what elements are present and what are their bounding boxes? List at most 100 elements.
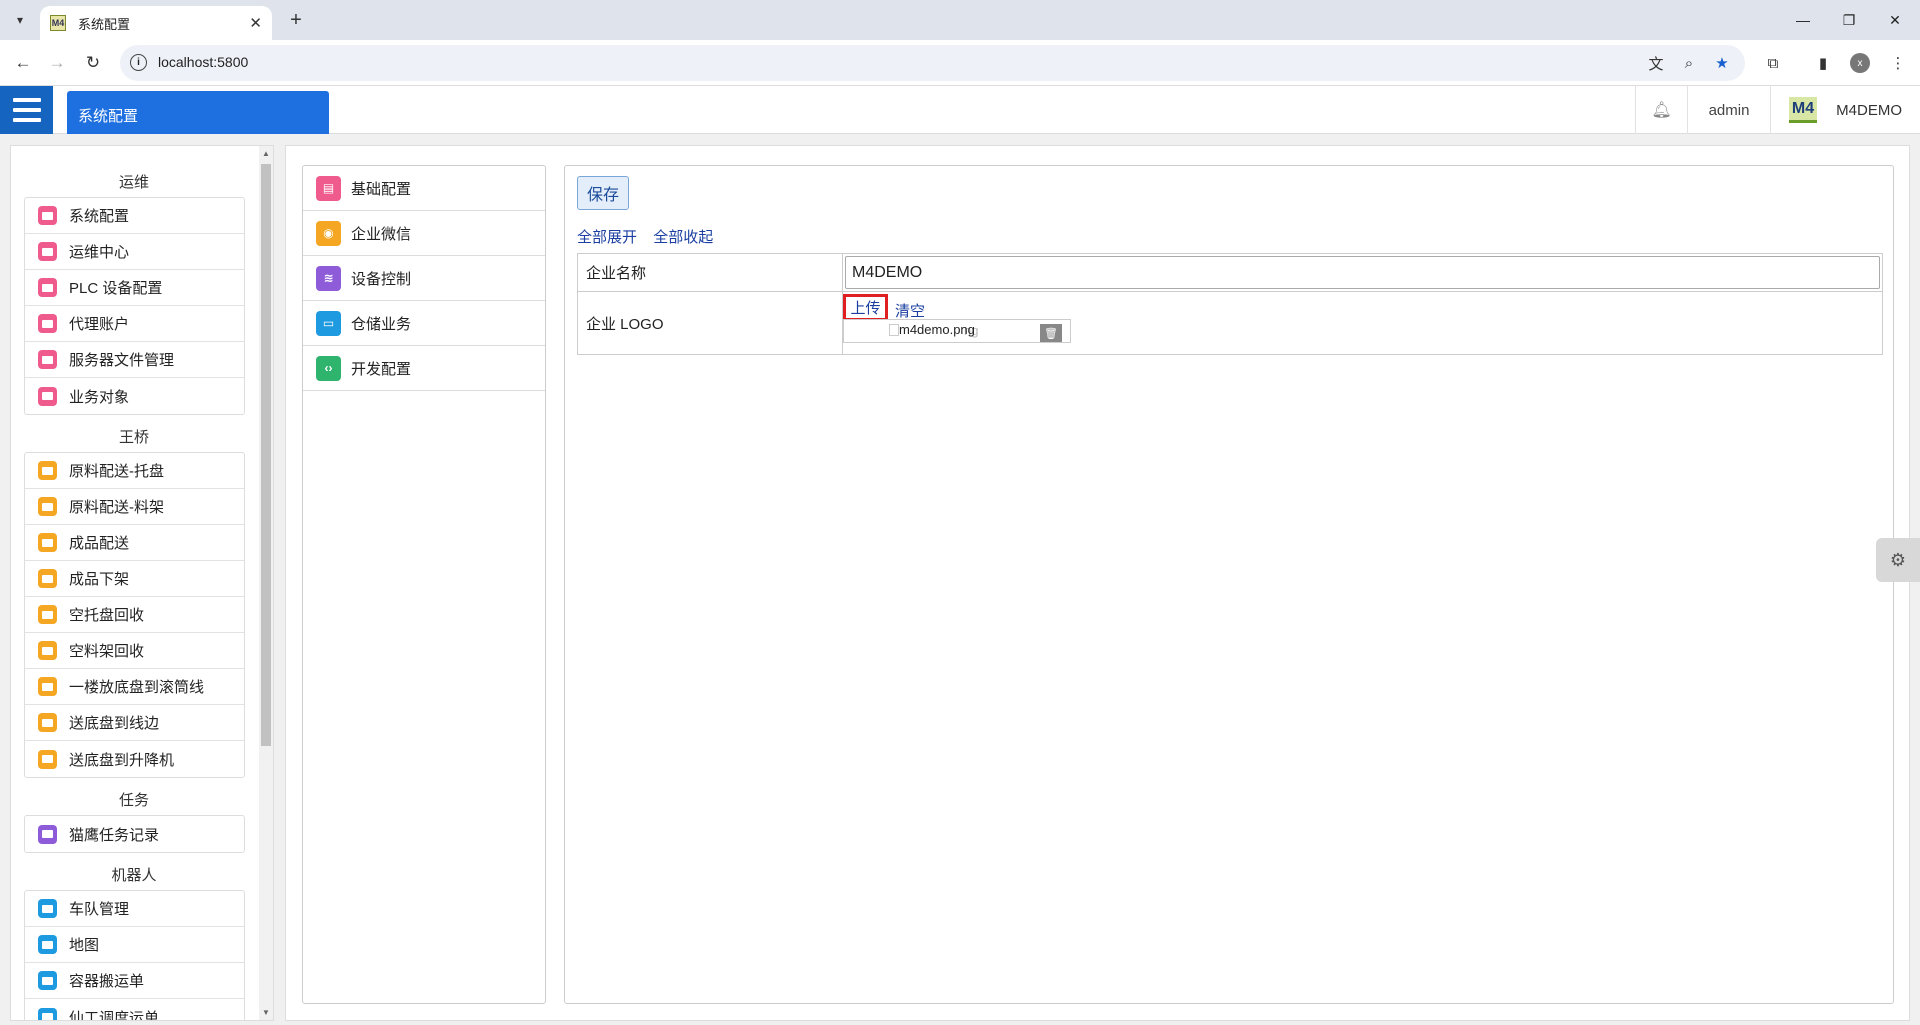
bell-icon[interactable]: 🔔︎ — [1635, 86, 1687, 134]
sidebar-item[interactable]: 送底盘到升降机 — [25, 741, 244, 777]
bookmark-star-icon[interactable]: ★ — [1710, 51, 1734, 75]
company-logo-label: 企业 LOGO — [578, 292, 843, 354]
save-button[interactable]: 保存 — [577, 176, 629, 210]
scroll-up-icon[interactable]: ▲ — [262, 149, 270, 158]
form-row-company-logo: 企业 LOGO 上传 清空 ng m4demo.png 🗑︎ — [578, 292, 1882, 354]
reload-icon[interactable]: ↻ — [80, 50, 106, 76]
active-page-tab[interactable]: 系统配置 — [67, 91, 329, 134]
menu-item-icon — [38, 386, 57, 406]
minimize-icon[interactable]: — — [1780, 0, 1826, 40]
sidebar-item[interactable]: 原料配送-料架 — [25, 489, 244, 525]
brand-logo: M4 — [1789, 97, 1817, 123]
menu-item-icon — [38, 206, 57, 225]
profile-avatar[interactable]: x — [1850, 53, 1870, 73]
sidebar-scrollbar[interactable]: ▲ ▼ — [259, 146, 273, 1020]
sidebar-item[interactable]: 车队管理 — [25, 891, 244, 927]
menu-item-icon — [38, 641, 57, 660]
sidebar-item[interactable]: PLC 设备配置 — [25, 270, 244, 306]
menu-item-icon — [38, 278, 57, 297]
broken-image-icon — [889, 324, 899, 336]
back-icon[interactable]: ← — [10, 50, 36, 76]
tab-title: 系统配置 — [78, 16, 131, 32]
sidebar-item[interactable]: 服务器文件管理 — [25, 342, 244, 378]
menu-item-icon — [38, 350, 57, 369]
sidebar-group-tasks: 猫鹰任务记录 — [24, 815, 245, 853]
sidebar-group-ops: 系统配置 运维中心 PLC 设备配置 代理账户 服务器文件管理 业务对象 — [24, 197, 245, 415]
sidebar-group-wangqiao: 原料配送-托盘 原料配送-料架 成品配送 成品下架 空托盘回收 空料架回收 一楼… — [24, 452, 245, 778]
menu-item-icon — [38, 497, 57, 516]
address-bar[interactable]: i localhost:5800 文 ⌕ ★ — [120, 45, 1745, 81]
config-form-panel: 保存 全部展开 全部收起 企业名称 企业 LOGO 上传 清空 ng — [564, 165, 1894, 1004]
sidebar-item[interactable]: 运维中心 — [25, 234, 244, 270]
sidebar-group-title: 机器人 — [111, 867, 157, 884]
zoom-icon[interactable]: ⌕ — [1677, 51, 1701, 75]
config-form-table: 企业名称 企业 LOGO 上传 清空 ng m4demo.png 🗑︎ — [577, 253, 1883, 355]
menu-item-icon — [38, 935, 57, 954]
menu-item-icon — [38, 971, 57, 990]
menu-item-icon — [38, 461, 57, 480]
sidebar-item[interactable]: 成品配送 — [25, 525, 244, 561]
form-row-company-name: 企业名称 — [578, 254, 1882, 292]
floating-toolbox-icon[interactable]: ⚙︎ — [1876, 538, 1920, 582]
sidebar-item[interactable]: 地图 — [25, 927, 244, 963]
hamburger-menu-icon[interactable] — [0, 86, 53, 134]
sidebar-item[interactable]: 空托盘回收 — [25, 597, 244, 633]
new-tab-icon[interactable]: + — [284, 8, 308, 32]
config-nav-item[interactable]: ‹› 开发配置 — [303, 346, 545, 391]
browser-toolbar: ← → ↻ i localhost:5800 文 ⌕ ★ ⧉ ▮ x ⋮ — [0, 40, 1920, 86]
restore-icon[interactable]: ❐ — [1826, 0, 1872, 40]
company-name-input[interactable] — [845, 256, 1880, 289]
wechat-icon: ◉ — [316, 220, 341, 246]
sidebar-item[interactable]: 仙工调度运单 — [25, 999, 244, 1020]
sidebar-item[interactable]: 猫鹰任务记录 — [25, 816, 244, 852]
collapse-all-link[interactable]: 全部收起 — [653, 229, 713, 246]
config-nav-item[interactable]: ▤ 基础配置 — [303, 166, 545, 211]
document-icon: ▤ — [316, 175, 341, 201]
sidebar-item[interactable]: 代理账户 — [25, 306, 244, 342]
upload-link[interactable]: 上传 — [843, 294, 888, 321]
config-nav: ▤ 基础配置 ◉ 企业微信 ≋ 设备控制 ▭ 仓储业务 ‹› 开发配置 — [302, 165, 546, 1004]
forward-icon[interactable]: → — [44, 50, 70, 76]
config-nav-item[interactable]: ▭ 仓储业务 — [303, 301, 545, 346]
browser-tabstrip: ▾ M4 系统配置 ✕ + — ❐ ✕ — [0, 0, 1920, 40]
app-header: 系统配置 🔔︎ admin M4 M4DEMO — [0, 86, 1920, 134]
expand-all-link[interactable]: 全部展开 — [577, 229, 637, 246]
extensions-icon[interactable]: ⧉ — [1760, 50, 1786, 76]
close-window-icon[interactable]: ✕ — [1872, 0, 1918, 40]
translate-icon[interactable]: 文 — [1644, 51, 1668, 75]
menu-item-icon — [38, 749, 57, 769]
url-text[interactable]: localhost:5800 — [158, 54, 248, 70]
menu-item-icon — [38, 1007, 57, 1020]
sidebar-item[interactable]: 一楼放底盘到滚筒线 — [25, 669, 244, 705]
menu-item-icon — [38, 533, 57, 552]
tab-search-icon[interactable]: ▾ — [8, 8, 32, 32]
site-info-icon[interactable]: i — [130, 54, 147, 71]
config-nav-item[interactable]: ◉ 企业微信 — [303, 211, 545, 256]
sidebar: 运维 系统配置 运维中心 PLC 设备配置 代理账户 服务器文件管理 业务对象 … — [10, 145, 274, 1021]
code-icon: ‹› — [316, 355, 341, 381]
tab-close-icon[interactable]: ✕ — [249, 14, 262, 32]
sidebar-item[interactable]: 原料配送-托盘 — [25, 453, 244, 489]
browser-tab[interactable]: M4 系统配置 ✕ — [40, 6, 272, 40]
sidebar-item[interactable]: 空料架回收 — [25, 633, 244, 669]
trash-icon[interactable]: 🗑︎ — [1040, 324, 1062, 342]
sidebar-item[interactable]: 成品下架 — [25, 561, 244, 597]
sidebar-group-title: 王桥 — [118, 429, 149, 446]
sidebar-item[interactable]: 业务对象 — [25, 378, 244, 414]
menu-item-icon — [38, 314, 57, 333]
sidebar-item[interactable]: 容器搬运单 — [25, 963, 244, 999]
sidebar-item[interactable]: 系统配置 — [25, 198, 244, 234]
router-icon: ≋ — [316, 265, 341, 291]
clear-link[interactable]: 清空 — [895, 300, 925, 321]
menu-item-icon — [38, 824, 57, 844]
favicon-icon: M4 — [50, 15, 66, 31]
scroll-down-icon[interactable]: ▼ — [262, 1008, 270, 1017]
scrollbar-thumb[interactable] — [261, 164, 271, 746]
sidebar-item[interactable]: 送底盘到线边 — [25, 705, 244, 741]
side-panel-icon[interactable]: ▮ — [1810, 50, 1836, 76]
menu-item-icon — [38, 605, 57, 624]
brand[interactable]: M4 M4DEMO — [1770, 86, 1920, 134]
browser-menu-icon[interactable]: ⋮ — [1885, 50, 1911, 76]
config-nav-item[interactable]: ≋ 设备控制 — [303, 256, 545, 301]
user-name[interactable]: admin — [1687, 86, 1770, 134]
